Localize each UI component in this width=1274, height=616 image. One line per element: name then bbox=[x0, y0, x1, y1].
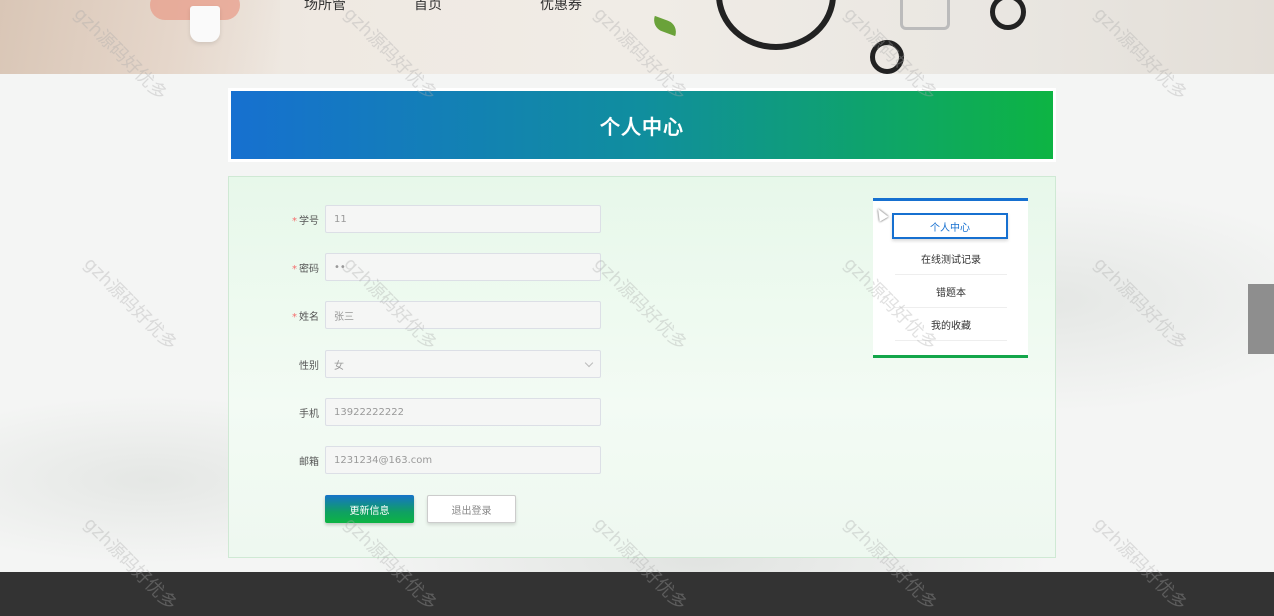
menu-item-personal-center[interactable]: 个人中心 bbox=[892, 213, 1008, 239]
phone-label: 手机 bbox=[299, 408, 319, 420]
student-id-input[interactable]: 11 bbox=[325, 205, 601, 233]
side-menu: 个人中心 在线测试记录 错题本 我的收藏 bbox=[873, 198, 1028, 358]
side-float-tab[interactable] bbox=[1248, 284, 1274, 354]
form-row-password: * 密码 •• bbox=[229, 253, 601, 281]
gender-label: 性别 bbox=[299, 360, 319, 372]
gender-select-value: 女 bbox=[334, 360, 344, 372]
nav-item-home[interactable]: 首页 bbox=[414, 0, 442, 14]
form-row-gender: 性别 女 bbox=[229, 350, 601, 378]
cup-image bbox=[190, 6, 220, 42]
chevron-down-icon bbox=[584, 358, 594, 368]
required-star: * bbox=[292, 311, 297, 323]
phone-input[interactable]: 13922222222 bbox=[325, 398, 601, 426]
nav-item-1[interactable]: 场所管 bbox=[304, 0, 346, 14]
required-star: * bbox=[292, 263, 297, 275]
form-row-name: * 姓名 张三 bbox=[229, 301, 601, 329]
top-banner: 场所管 首页 优惠券 bbox=[0, 0, 1274, 74]
title-gradient: 个人中心 bbox=[231, 91, 1053, 159]
wheelchair-wheel-icon bbox=[716, 0, 836, 50]
required-star: * bbox=[292, 215, 297, 227]
form-row-student-id: * 学号 11 bbox=[229, 205, 601, 233]
profile-panel: * 学号 11 * 密码 •• * 姓名 张三 性别 女 手机 13922222222… bbox=[228, 176, 1056, 558]
email-input[interactable]: 1231234@163.com bbox=[325, 446, 601, 474]
leaf-icon bbox=[650, 15, 680, 37]
name-label: * 姓名 bbox=[292, 311, 319, 323]
form-row-phone: 手机 13922222222 bbox=[229, 398, 601, 426]
title-bar: 个人中心 bbox=[228, 88, 1056, 162]
wheelchair-frame bbox=[900, 0, 950, 30]
wheelchair-small-wheel-icon-2 bbox=[990, 0, 1026, 30]
gender-select[interactable]: 女 bbox=[325, 350, 601, 378]
name-input[interactable]: 张三 bbox=[325, 301, 601, 329]
menu-item-wrong-questions[interactable]: 错题本 bbox=[895, 276, 1007, 308]
page-title: 个人中心 bbox=[600, 114, 684, 139]
update-info-button[interactable]: 更新信息 bbox=[325, 495, 414, 523]
nav-item-3[interactable]: 优惠券 bbox=[540, 0, 582, 14]
password-input[interactable]: •• bbox=[325, 253, 601, 281]
form-row-email: 邮箱 1231234@163.com bbox=[229, 446, 601, 474]
email-label: 邮箱 bbox=[299, 456, 319, 468]
password-label: * 密码 bbox=[292, 263, 319, 275]
student-id-label: * 学号 bbox=[292, 215, 319, 227]
logout-button[interactable]: 退出登录 bbox=[427, 495, 516, 523]
footer bbox=[0, 572, 1274, 616]
menu-item-test-records[interactable]: 在线测试记录 bbox=[895, 243, 1007, 275]
menu-item-favorites[interactable]: 我的收藏 bbox=[895, 309, 1007, 341]
wheelchair-small-wheel-icon bbox=[870, 40, 904, 74]
